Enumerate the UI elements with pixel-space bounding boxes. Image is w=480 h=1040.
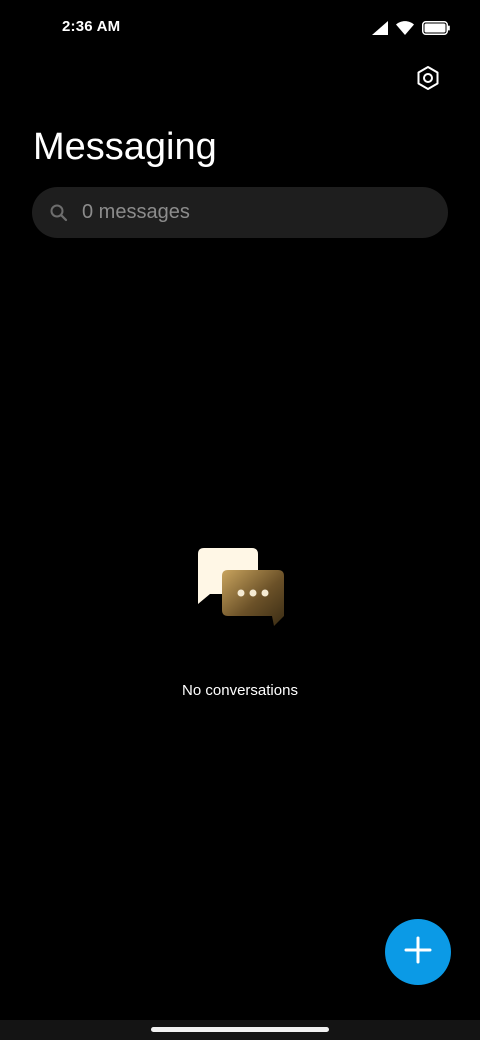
navigation-bar [0,1020,480,1040]
page-title: Messaging [33,126,217,168]
signal-icon [372,21,388,35]
battery-icon [422,21,450,35]
home-indicator[interactable] [151,1027,329,1032]
new-message-button[interactable] [385,919,451,985]
status-time: 2:36 AM [62,18,121,35]
gear-icon [415,65,441,96]
search-bar[interactable] [32,187,448,238]
status-bar: 2:36 AM [0,0,480,56]
search-icon [48,202,70,224]
plus-icon [403,935,433,970]
search-input[interactable] [82,201,402,224]
chat-bubbles-icon [194,544,286,628]
wifi-icon [396,21,414,35]
empty-state-message: No conversations [182,682,298,699]
status-icons [372,18,450,38]
settings-button[interactable] [408,60,448,100]
